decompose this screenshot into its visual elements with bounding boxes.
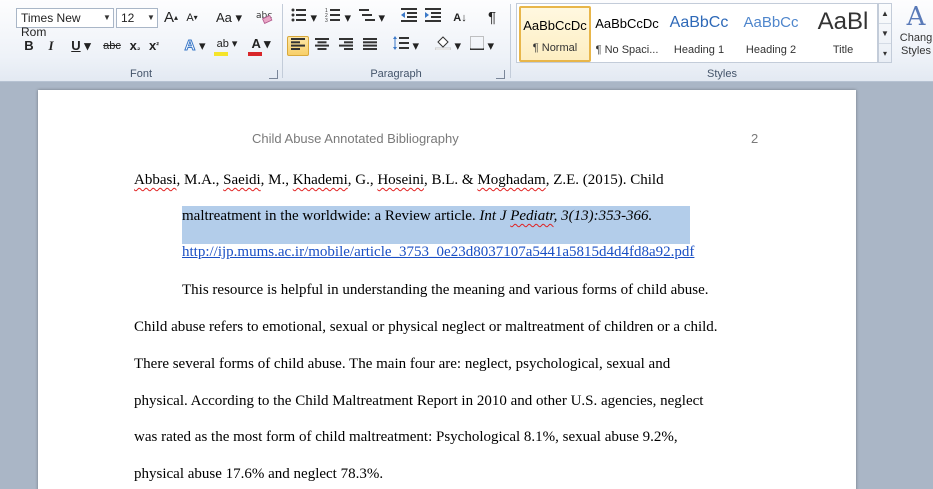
journal-name: Pediatr [510, 208, 554, 224]
pilcrow-icon: ¶ [487, 9, 497, 26]
citation-url[interactable]: http://ijp.mums.ac.ir/mobile/article_375… [182, 242, 694, 262]
author-name: Saeidi [223, 172, 261, 188]
shading-button[interactable]: ▾ [433, 36, 463, 56]
clear-formatting-button[interactable]: abc [254, 8, 274, 28]
align-right-icon [339, 38, 353, 50]
align-right-button[interactable] [335, 36, 357, 56]
font-group: Times New Rom ▼ 12 ▼ A▴ A▾ Aa ▾ abc B I [0, 0, 282, 82]
justify-icon [363, 38, 377, 50]
text-effects-icon: A [184, 37, 196, 55]
show-formatting-button[interactable]: ¶ [483, 8, 501, 28]
highlight-color-swatch [214, 52, 228, 56]
annotation-line[interactable]: physical. According to the Child Maltrea… [134, 391, 703, 411]
journal-volume: , 3(13):353-366. [553, 208, 653, 224]
align-center-icon [315, 38, 329, 50]
bold-icon: B [24, 38, 34, 53]
strikethrough-button[interactable]: abc [100, 36, 124, 56]
multilevel-list-icon [358, 9, 375, 21]
svg-text:3: 3 [325, 18, 328, 22]
change-case-icon: Aa [215, 10, 232, 25]
italic-button[interactable]: I [42, 36, 60, 56]
citation-text: , M., [260, 172, 293, 188]
font-size-value: 12 [121, 11, 135, 25]
citation-text: , B.L. & [424, 172, 478, 188]
clear-formatting-icon: abc [256, 11, 273, 24]
paragraph-group: ▾ 1 2 3 ▾ ▾ A↓ ¶ ▾ ▾ ▾ Paragraph [283, 0, 509, 82]
annotation-line[interactable]: This resource is helpful in understandin… [182, 280, 709, 300]
paragraph-group-label: Paragraph [370, 68, 422, 80]
citation-text: , Z.E. (2015). Child [545, 172, 664, 188]
citation-url-link[interactable]: http://ijp.mums.ac.ir/mobile/article_375… [182, 244, 694, 260]
highlighter-icon: ab [216, 38, 229, 50]
font-name-value: Times New Rom [21, 11, 81, 39]
change-case-button[interactable]: Aa ▾ [214, 8, 244, 28]
paragraph-dialog-launcher-icon[interactable] [496, 70, 505, 79]
highlight-button[interactable]: ab ▾ [212, 34, 242, 54]
styles-group-label: Styles [707, 68, 737, 80]
font-size-combo[interactable]: 12 ▼ [116, 8, 158, 28]
grow-font-button[interactable]: A▴ [162, 8, 180, 28]
shrink-font-button[interactable]: A▾ [184, 8, 200, 28]
ribbon: Times New Rom ▼ 12 ▼ A▴ A▾ Aa ▾ abc B I [0, 0, 933, 82]
document-area[interactable]: Child Abuse Annotated Bibliography 2 Abb… [0, 82, 933, 489]
bullets-icon [291, 8, 306, 22]
italic-icon: I [48, 38, 54, 53]
bullets-button[interactable]: ▾ [289, 8, 319, 28]
underline-button[interactable]: U ▾ [66, 36, 96, 56]
author-name: Khademi [292, 172, 348, 188]
strikethrough-icon: abc [103, 40, 121, 52]
document-page[interactable]: Child Abuse Annotated Bibliography 2 Abb… [38, 90, 856, 489]
shading-bucket-icon [434, 36, 452, 51]
line-spacing-button[interactable]: ▾ [391, 36, 421, 56]
font-name-combo[interactable]: Times New Rom ▼ [16, 8, 114, 39]
multilevel-list-button[interactable]: ▾ [357, 8, 387, 28]
subscript-icon: x [129, 38, 137, 53]
annotation-line[interactable]: physical abuse 17.6% and neglect 78.3%. [134, 464, 383, 484]
journal-name: Int J [479, 208, 511, 224]
sort-button[interactable]: A↓ [449, 8, 471, 28]
font-group-label: Font [129, 68, 152, 80]
text-effects-button[interactable]: A ▾ [180, 36, 210, 56]
header-page-number: 2 [751, 131, 759, 146]
numbering-icon: 1 2 3 [325, 8, 340, 24]
line-spacing-icon [392, 36, 409, 50]
borders-button[interactable]: ▾ [467, 36, 497, 56]
increase-indent-icon [425, 8, 441, 22]
font-color-swatch [248, 52, 262, 56]
article-title: maltreatment in the worldwide: a Review … [182, 208, 480, 224]
citation-line-1[interactable]: Abbasi, M.A., Saeidi, M., Khademi, G., H… [134, 170, 664, 190]
citation-text: , M.A., [176, 172, 224, 188]
citation-line-2-selected[interactable]: maltreatment in the worldwide: a Review … [182, 206, 690, 238]
font-color-button[interactable]: A ▾ [246, 34, 276, 54]
chevron-down-icon[interactable]: ▼ [101, 9, 113, 27]
annotation-line[interactable]: was rated as the most form of child malt… [134, 427, 678, 447]
author-name: Hoseini [377, 172, 425, 188]
borders-icon [469, 36, 484, 50]
sort-icon: A↓ [453, 12, 467, 24]
font-dialog-launcher-icon[interactable] [269, 70, 278, 79]
align-center-button[interactable] [311, 36, 333, 56]
subscript-button[interactable]: x₂ [127, 36, 143, 56]
header-title: Child Abuse Annotated Bibliography [252, 131, 459, 146]
grow-font-icon: A [163, 9, 174, 26]
align-left-icon [291, 38, 305, 50]
annotation-line[interactable]: There several forms of child abuse. The … [134, 354, 670, 374]
annotation-line[interactable]: Child abuse refers to emotional, sexual … [134, 317, 718, 337]
citation-text: , G., [347, 172, 378, 188]
numbering-button[interactable]: 1 2 3 ▾ [323, 8, 353, 28]
author-name: Abbasi [134, 172, 177, 188]
bold-button[interactable]: B [20, 36, 38, 56]
styles-group: Styles [511, 0, 933, 82]
shrink-font-icon: A [186, 12, 194, 24]
decrease-indent-button[interactable] [399, 8, 419, 28]
underline-icon: U [71, 38, 81, 53]
superscript-button[interactable]: x² [146, 36, 162, 56]
decrease-indent-icon [401, 8, 417, 22]
chevron-down-icon[interactable]: ▼ [145, 9, 157, 27]
align-left-button[interactable] [287, 36, 309, 56]
author-name: Moghadam [477, 172, 546, 188]
justify-button[interactable] [359, 36, 381, 56]
increase-indent-button[interactable] [423, 8, 443, 28]
